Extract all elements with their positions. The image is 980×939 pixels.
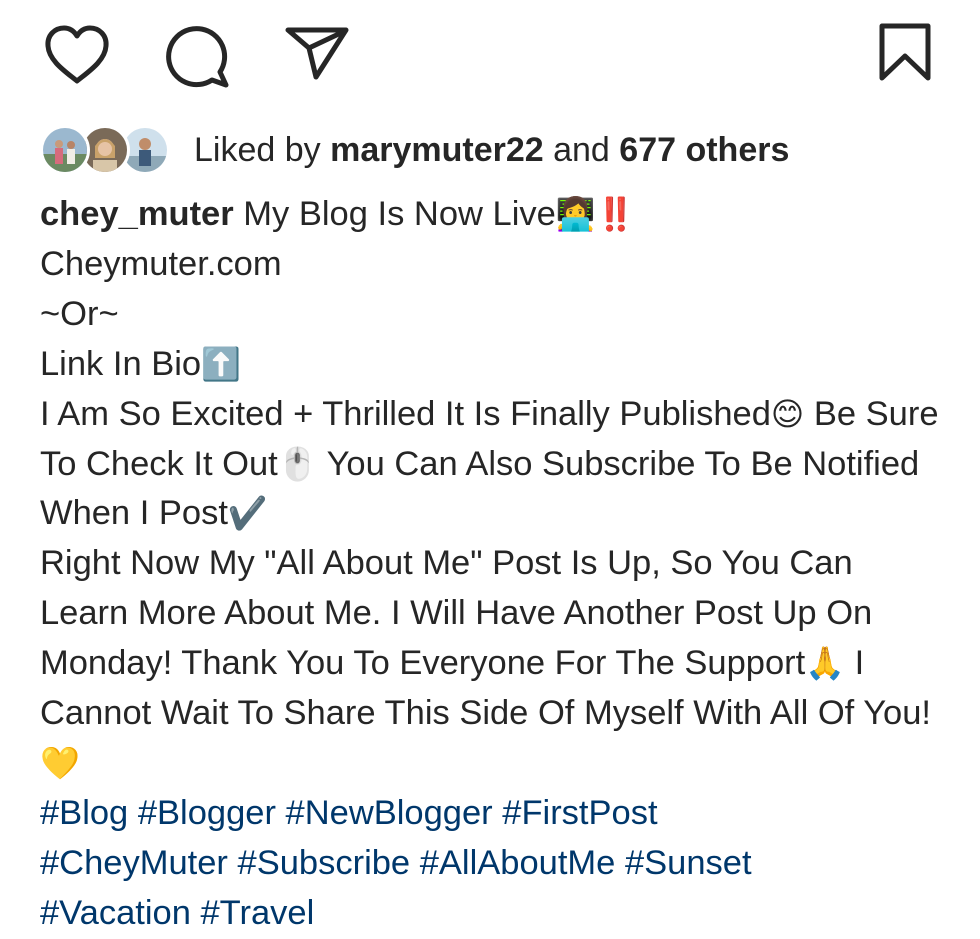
hashtag-link[interactable]: #NewBlogger [286,794,493,832]
caption-text: Right Now My "All About Me" Post Is Up, … [40,544,873,683]
likes-prefix: Liked by [194,131,321,169]
bookmark-icon[interactable] [875,22,935,82]
caption-text: My Blog Is Now Live [233,195,556,233]
hashtag-link[interactable]: #Travel [200,894,314,932]
yellow-heart-emoji-icon: 💛 [40,743,80,782]
caption-line: chey_muter My Blog Is Now Live👩‍💻‼️ [40,190,945,240]
hashtag-link[interactable]: #FirstPost [502,794,657,832]
smile-emoji-icon: 😊 [770,394,805,433]
likes-count[interactable]: 677 others [619,131,789,169]
caption-text: Cheymuter.com [40,244,282,283]
caption-text: ~Or~ [40,294,119,333]
likes-summary[interactable]: Liked by marymuter22 and 677 others [40,121,789,179]
check-emoji-icon: ✔️ [227,494,268,533]
laptop-emoji-icon: 👩‍💻 [555,195,596,233]
hashtag-list: #Blog #Blogger #NewBlogger #FirstPost #C… [40,789,945,939]
hashtag-link[interactable]: #AllAboutMe [420,844,616,882]
caption-line: ~Or~ [40,290,945,340]
caption-text: I Am So Excited + Thrilled It Is Finally… [40,394,771,433]
mouse-emoji-icon: 🖱️ [277,444,318,483]
hashtag-link[interactable]: #Sunset [625,844,752,882]
caption-paragraph: I Am So Excited + Thrilled It Is Finally… [40,390,945,540]
hashtag-link[interactable]: #CheyMuter [40,844,228,882]
caption-paragraph: Right Now My "All About Me" Post Is Up, … [40,539,945,789]
hashtag-link[interactable]: #Subscribe [238,844,411,882]
likes-conjunction: and [553,131,610,169]
likes-text: Liked by marymuter22 and 677 others [194,121,789,179]
post-caption: chey_muter My Blog Is Now Live👩‍💻‼️ Chey… [40,190,945,939]
hashtag-link[interactable]: #Blog [40,794,128,832]
avatar[interactable] [40,125,90,175]
caption-line: Link In Bio⬆️ [40,340,945,390]
comment-icon[interactable] [164,24,230,88]
liker-avatars[interactable] [40,123,170,177]
hashtag-link[interactable]: #Blogger [138,794,276,832]
liker-username[interactable]: marymuter22 [330,131,544,169]
hashtag-link[interactable]: #Vacation [40,894,191,932]
caption-line: Cheymuter.com [40,240,945,290]
caption-username[interactable]: chey_muter [40,195,234,233]
paper-plane-icon[interactable] [284,26,350,80]
up-arrow-emoji-icon: ⬆️ [201,344,241,383]
post-action-bar [0,0,980,110]
pray-emoji-icon: 🙏 [805,644,846,683]
caption-text: Link In Bio [40,344,202,383]
heart-icon[interactable] [44,25,110,85]
double-exclamation-emoji-icon: ‼️ [595,195,636,233]
